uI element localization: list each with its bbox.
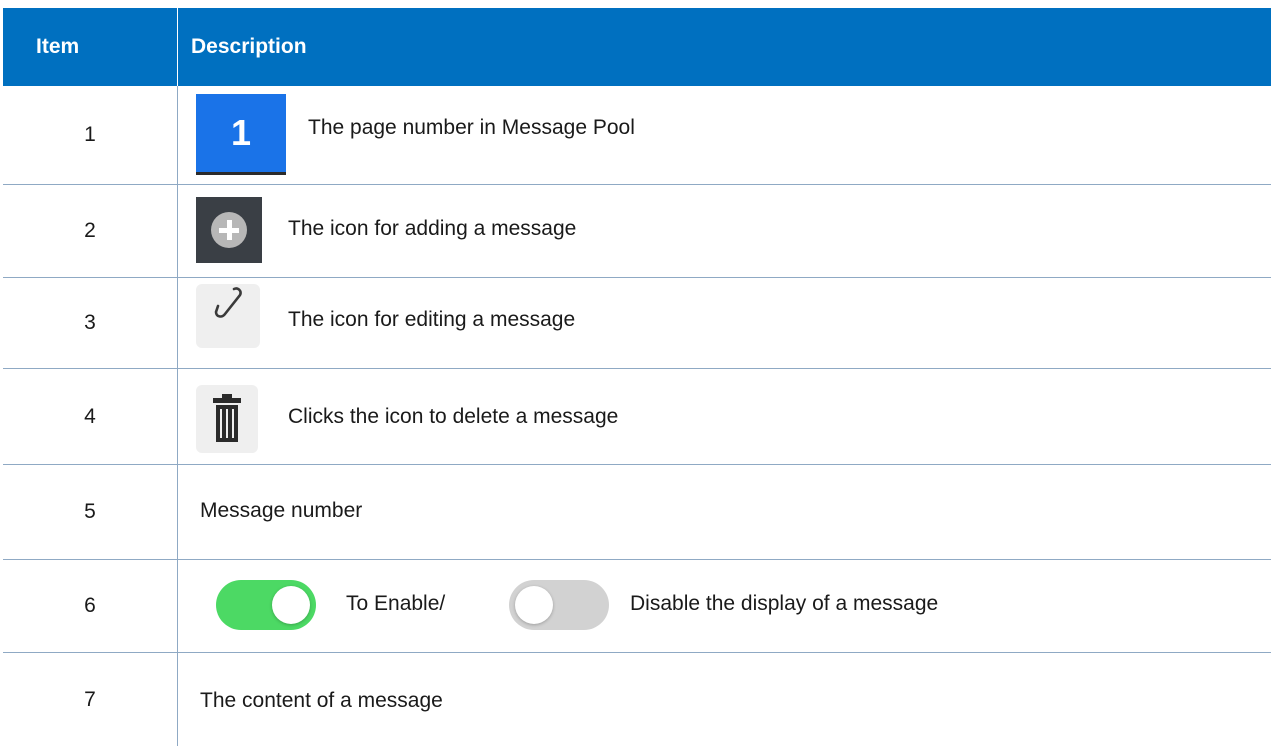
table-row: 5 Message number [3, 465, 1271, 560]
table-row: 7 The content of a message [3, 653, 1271, 746]
table-row: 2 The icon for adding a message [3, 185, 1271, 278]
edit-icon [196, 284, 260, 348]
table-row: 6 To Enable/ Disable the display of a me… [3, 560, 1271, 653]
description-text: Clicks the icon to delete a message [288, 405, 619, 428]
description-table: Item Description 1 1 The page number in … [3, 8, 1271, 746]
delete-icon [196, 385, 258, 453]
header-item: Item [3, 8, 178, 86]
table-row: 4 Clicks the icon to delete a message [3, 369, 1271, 465]
table-header: Item Description [3, 8, 1271, 86]
item-number: 2 [3, 185, 178, 277]
description-cell: The content of a message [178, 653, 1271, 746]
table-row: 3 The icon for editing a message [3, 278, 1271, 369]
item-number: 7 [3, 653, 178, 746]
item-number: 6 [3, 560, 178, 652]
description-text: The content of a message [200, 689, 443, 712]
item-number: 1 [3, 86, 178, 184]
description-text: The icon for editing a message [288, 308, 576, 331]
page-number-icon: 1 [196, 94, 286, 172]
item-number: 5 [3, 465, 178, 559]
header-description: Description [191, 35, 307, 58]
description-cell: To Enable/ Disable the display of a mess… [178, 560, 1271, 652]
item-number: 4 [3, 369, 178, 464]
disable-text: Disable the display of a message [630, 592, 939, 615]
description-text: Message number [200, 499, 363, 522]
item-number: 3 [3, 278, 178, 368]
toggle-off-icon [509, 580, 609, 630]
description-cell: The icon for adding a message [178, 185, 1271, 277]
table-row: 1 1 The page number in Message Pool [3, 86, 1271, 185]
description-text: The icon for adding a message [288, 217, 577, 240]
description-cell: The icon for editing a message [178, 278, 1271, 368]
description-text: The page number in Message Pool [308, 116, 635, 139]
toggle-on-icon [216, 580, 316, 630]
enable-text: To Enable/ [346, 592, 446, 615]
description-cell: Clicks the icon to delete a message [178, 369, 1271, 464]
description-cell: 1 The page number in Message Pool [178, 86, 1271, 184]
add-icon [196, 197, 262, 263]
description-cell: Message number [178, 465, 1271, 559]
